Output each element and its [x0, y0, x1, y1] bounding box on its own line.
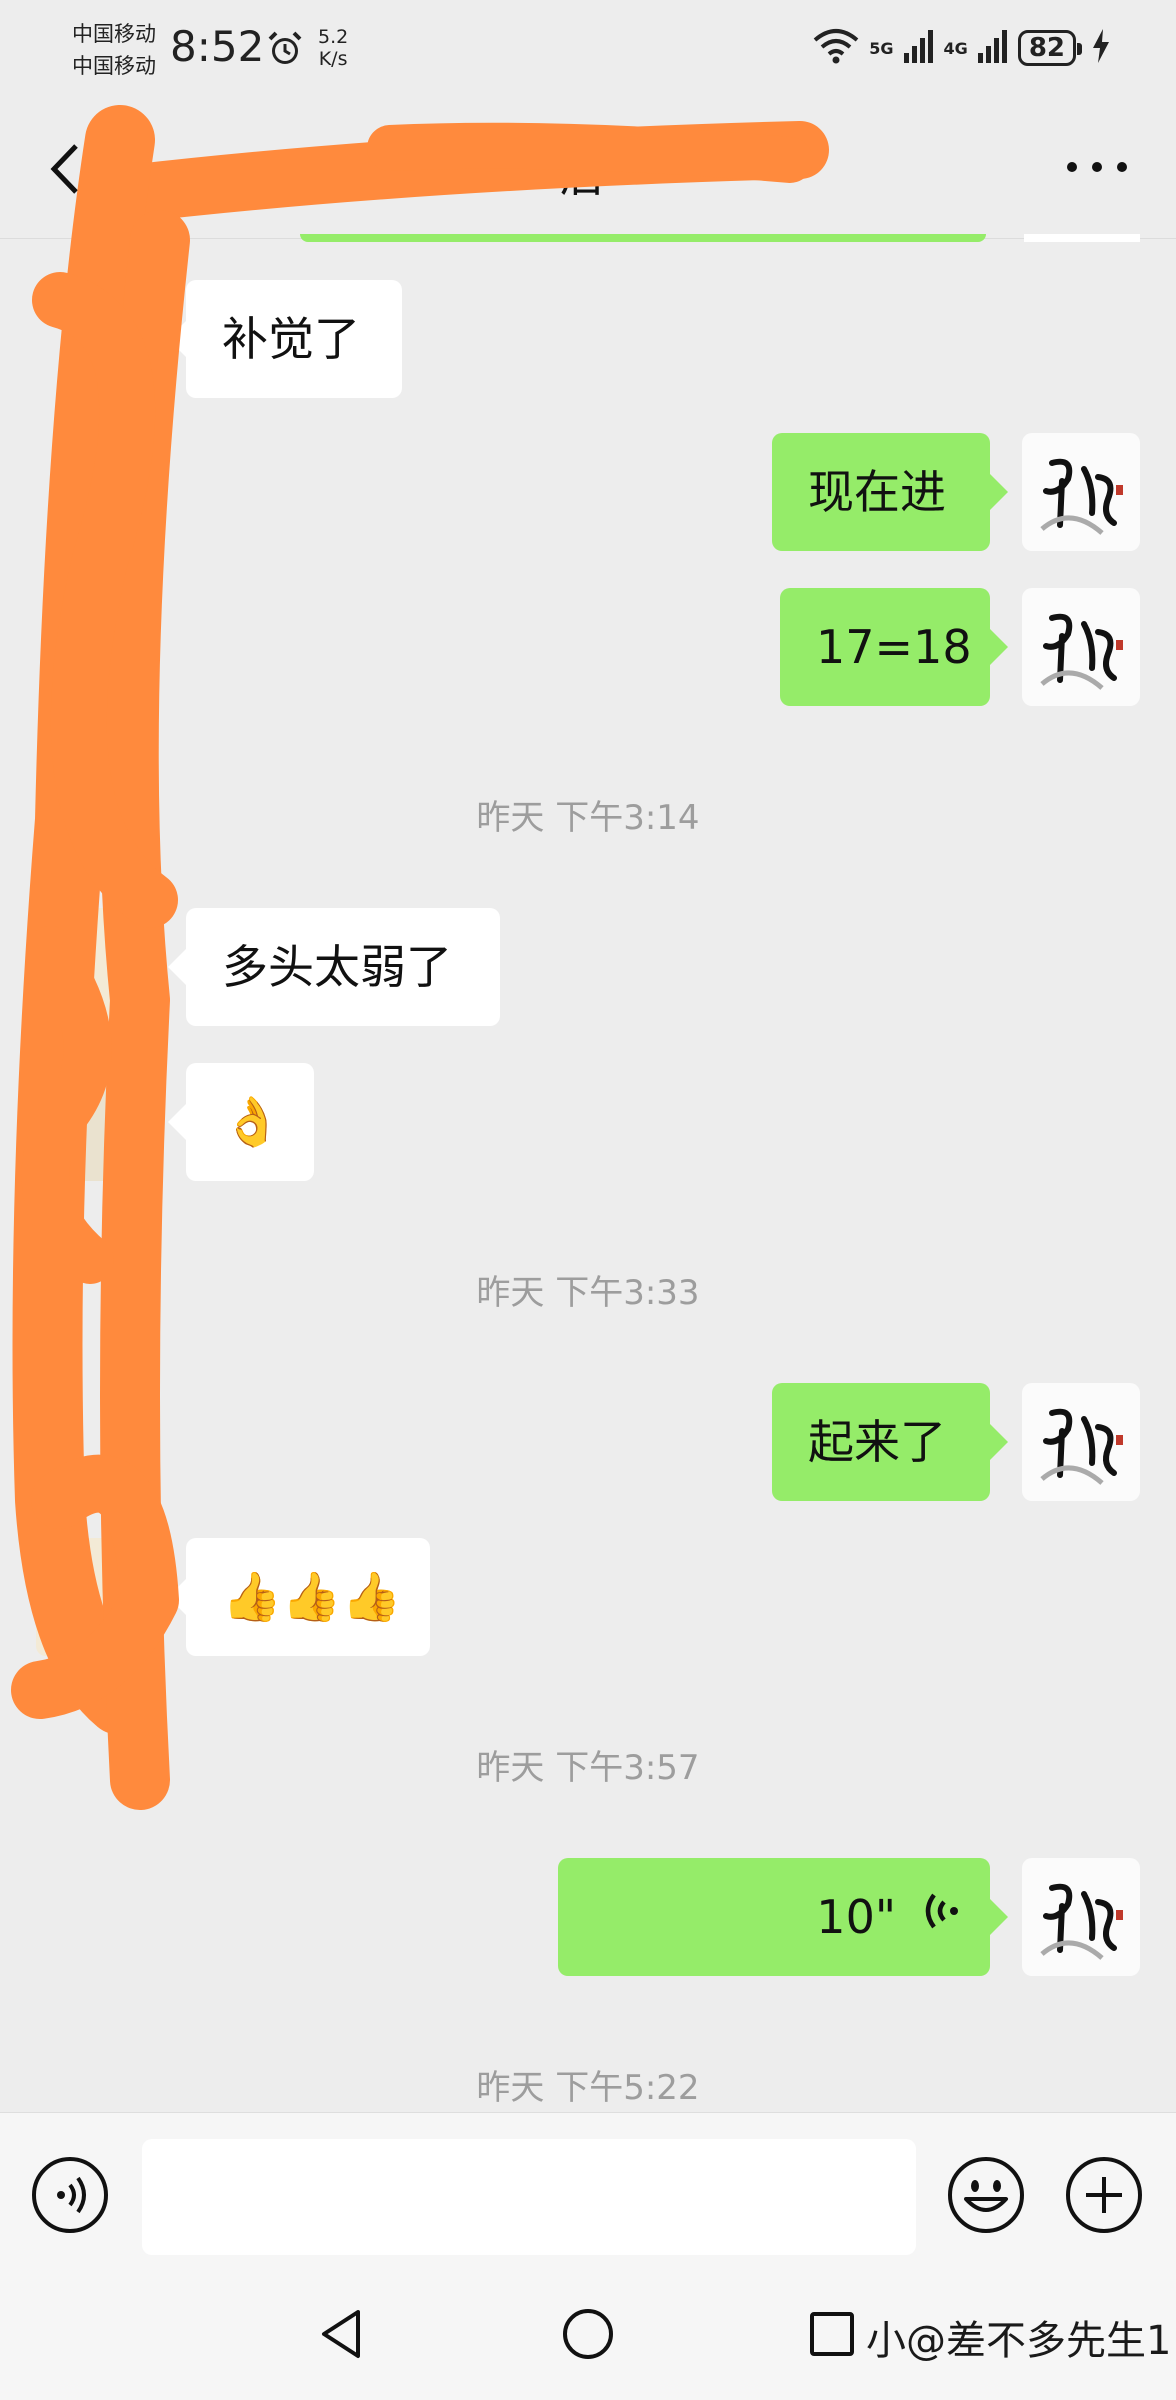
system-nav-bar: 小@差不多先生1	[0, 2280, 1176, 2400]
carrier-info: 中国移动 中国移动	[72, 18, 156, 82]
timestamp: 昨天 下午3:57	[476, 1748, 700, 1788]
message-emoji: 👍👍👍	[222, 1569, 402, 1625]
nav-home-icon[interactable]	[560, 2306, 616, 2362]
avatar[interactable]	[36, 908, 154, 1026]
timestamp: 昨天 下午5:22	[476, 2068, 700, 2108]
speed-unit: K/s	[318, 48, 348, 70]
message-bubble-outgoing[interactable]: 起来了	[772, 1383, 1008, 1501]
signal-icon	[903, 29, 934, 67]
voice-duration: 10"	[816, 1890, 896, 1944]
carrier-1: 中国移动	[72, 22, 156, 46]
chat-header: 后	[0, 100, 1176, 239]
nav-recents-icon[interactable]	[808, 2310, 856, 2358]
message-list[interactable]: 补觉了 现在进 17=18 昨天 下午3:14 多头太弱了 👌 昨天 下午3:3…	[0, 240, 1176, 2112]
avatar[interactable]	[1022, 588, 1140, 706]
message-input[interactable]	[142, 2139, 916, 2255]
timestamp: 昨天 下午3:14	[476, 798, 700, 838]
signal-icon	[977, 29, 1008, 67]
net-label-1: 5G	[869, 38, 894, 58]
message-bubble-outgoing[interactable]: 17=18	[780, 588, 1008, 706]
speed-value: 5.2	[318, 26, 349, 48]
plus-icon[interactable]	[1064, 2155, 1144, 2235]
network-speed: 5.2 K/s	[318, 26, 348, 70]
input-bar	[0, 2112, 1176, 2281]
avatar[interactable]	[1022, 433, 1140, 551]
status-bar: 中国移动 中国移动 8:52 5.2 K/s 5G 4G 82	[0, 0, 1176, 100]
nav-back-icon[interactable]	[316, 2306, 366, 2362]
timestamp: 昨天 下午3:33	[476, 1273, 700, 1313]
message-emoji: 👌	[222, 1094, 282, 1150]
net-label-2: 4G	[943, 38, 968, 58]
more-options-icon[interactable]	[1062, 152, 1132, 182]
voice-wave-icon	[920, 1858, 960, 1976]
watermark: 小@差不多先生1	[866, 2318, 1172, 2364]
status-icons: 5G 4G 82	[813, 28, 1110, 68]
message-text: 补觉了	[222, 312, 360, 366]
voice-message-bubble[interactable]: 10"	[558, 1858, 1008, 1976]
message-bubble-incoming[interactable]: 👌	[168, 1063, 314, 1181]
carrier-2: 中国移动	[72, 54, 156, 78]
message-bubble-outgoing[interactable]: 现在进	[772, 433, 1008, 551]
emoji-icon[interactable]	[946, 2155, 1026, 2235]
battery-indicator: 82	[1017, 30, 1083, 66]
charging-icon	[1092, 29, 1110, 67]
message-text: 起来了	[808, 1415, 946, 1469]
message-text: 多头太弱了	[222, 940, 452, 994]
message-bubble-incoming[interactable]: 👍👍👍	[168, 1538, 430, 1656]
message-text: 现在进	[808, 465, 946, 519]
message-text: 17=18	[816, 620, 972, 674]
alarm-icon	[266, 30, 304, 72]
voice-toggle-icon[interactable]	[30, 2155, 110, 2235]
message-bubble-incoming[interactable]: 多头太弱了	[168, 908, 500, 1026]
chat-title: 后	[560, 151, 604, 202]
avatar[interactable]	[36, 1063, 154, 1181]
clock: 8:52	[170, 22, 265, 71]
avatar[interactable]	[1022, 1858, 1140, 1976]
back-arrow-icon[interactable]	[40, 134, 100, 204]
message-bubble-incoming[interactable]: 补觉了	[168, 280, 402, 398]
avatar[interactable]	[1022, 1383, 1140, 1501]
avatar[interactable]	[36, 1538, 154, 1656]
wifi-icon	[813, 28, 859, 68]
